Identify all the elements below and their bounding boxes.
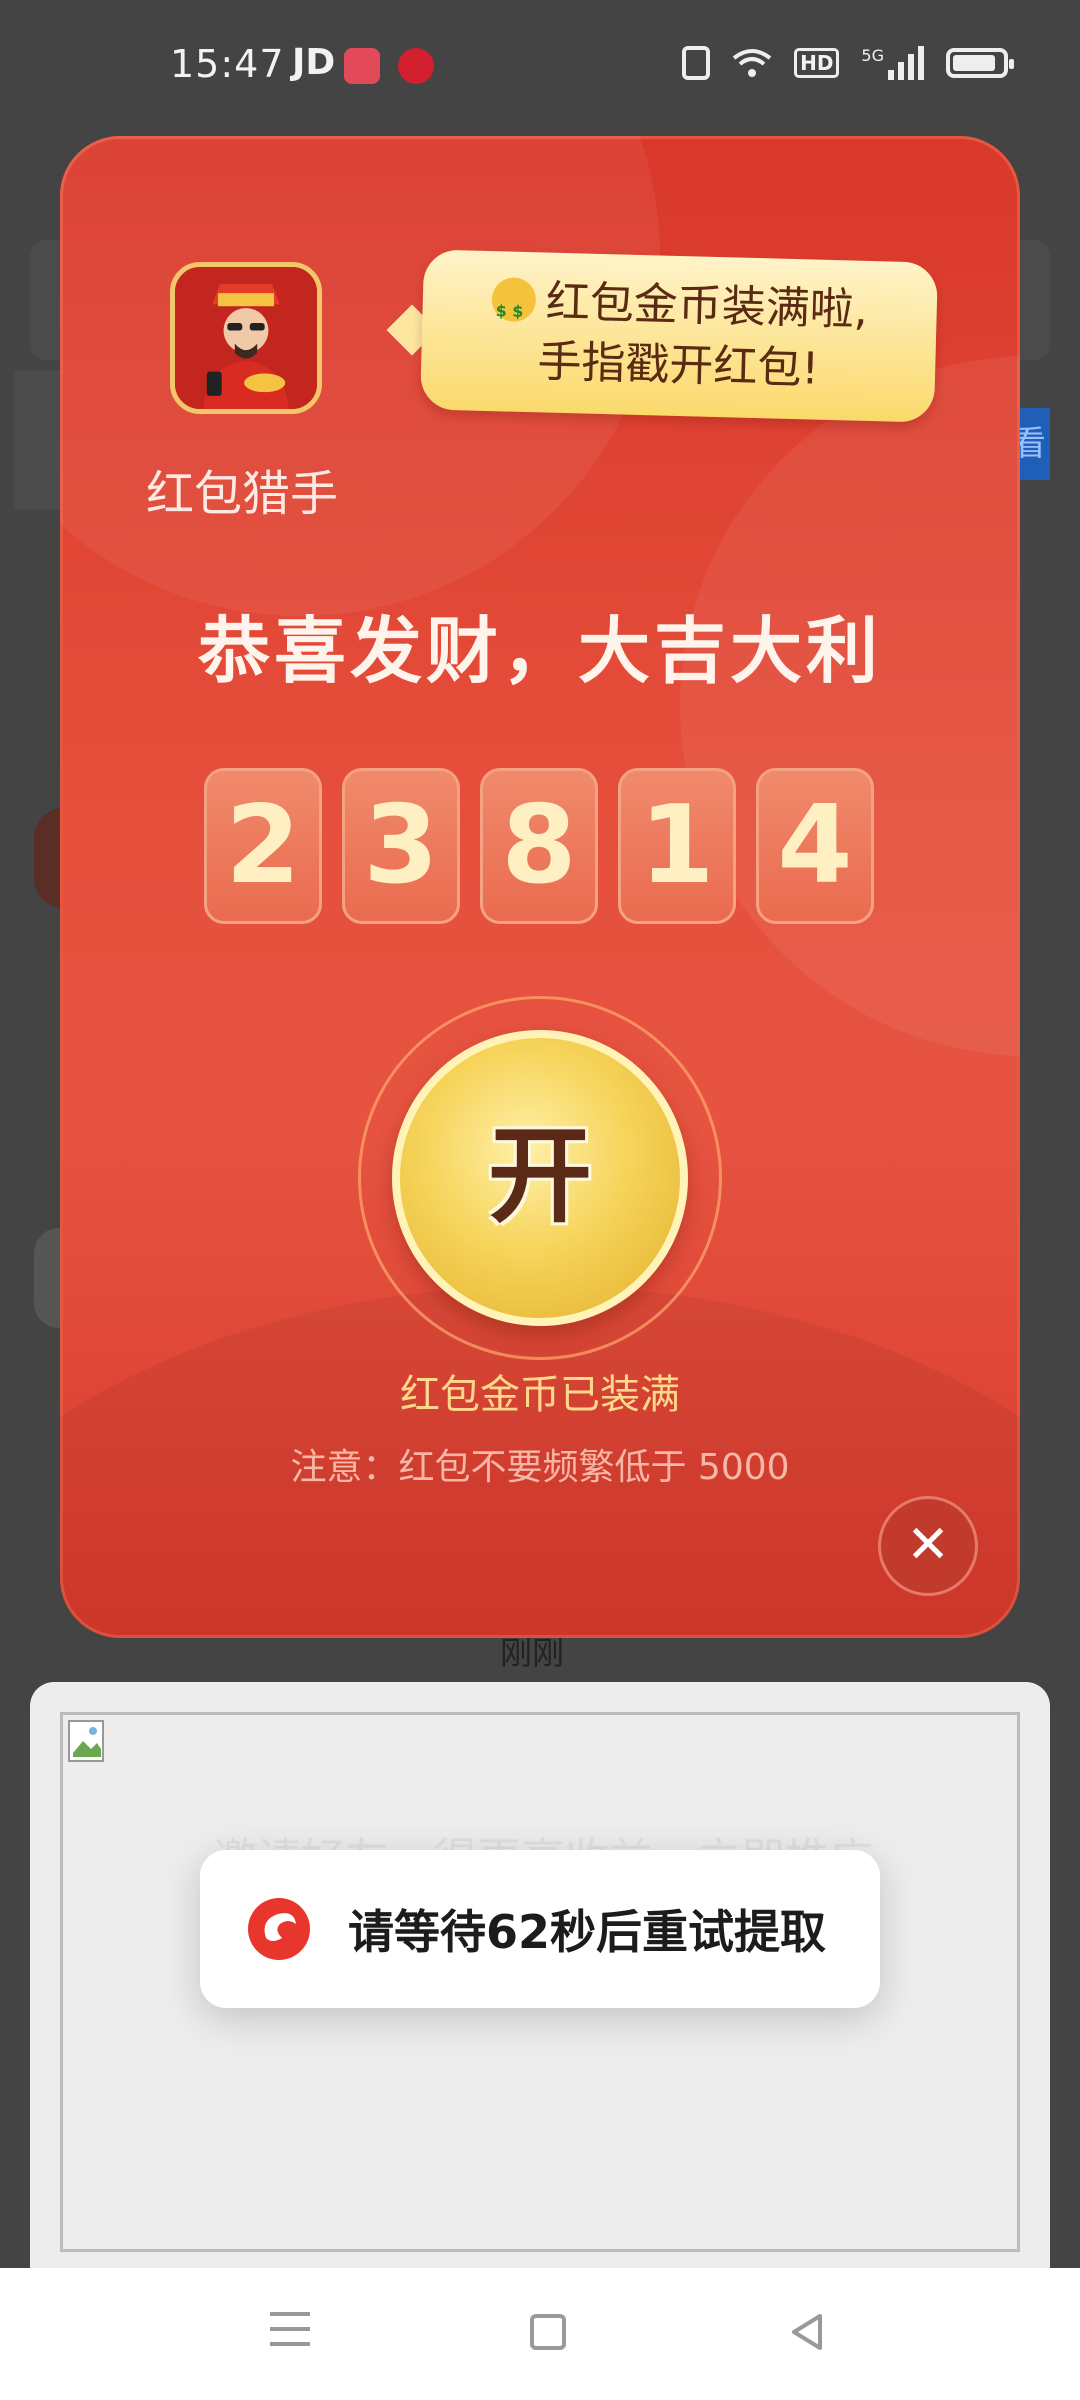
battery-icon xyxy=(946,48,1014,78)
close-icon: ✕ xyxy=(906,1515,950,1575)
tip-bubble: 红包金币装满啦, 手指戳开红包! xyxy=(419,249,939,423)
decor-circle xyxy=(680,356,1020,1056)
bank-app-icon xyxy=(398,48,434,84)
app-avatar xyxy=(170,262,322,414)
app-name: 红包猎手 xyxy=(146,466,339,522)
packet-note-text: 注意：红包不要频繁低于 5000 xyxy=(290,1447,790,1488)
counter-digit: 2 xyxy=(204,768,322,924)
broken-image-icon xyxy=(68,1720,104,1762)
status-time: 15:47 xyxy=(170,42,285,86)
money-face-icon xyxy=(491,277,537,323)
coin-counter: 2 3 8 1 4 xyxy=(204,768,874,924)
counter-digit: 4 xyxy=(756,768,874,924)
open-packet-button[interactable]: 开 xyxy=(392,1030,688,1326)
wifi-icon xyxy=(732,49,772,77)
navigation-bar xyxy=(0,2268,1080,2400)
status-indicators: HD 5G xyxy=(682,46,1014,80)
headline: 恭喜发财，大吉大利 xyxy=(197,609,882,693)
video-app-icon xyxy=(344,48,380,84)
counter-digit: 1 xyxy=(618,768,736,924)
packet-full-text: 红包金币已装满 xyxy=(400,1372,680,1418)
counter-digit: 8 xyxy=(480,768,598,924)
status-carrier: JD xyxy=(292,42,336,83)
home-icon[interactable] xyxy=(530,2314,566,2350)
god-of-wealth-icon xyxy=(175,267,317,409)
tip-line-1: 红包金币装满啦, xyxy=(545,276,869,336)
red-packet-dialog: 红包猎手 红包金币装满啦, 手指戳开红包! 恭喜发财，大吉大利 2 3 8 1 … xyxy=(60,136,1020,1638)
nfc-icon xyxy=(682,46,711,80)
back-icon[interactable] xyxy=(788,2312,828,2352)
toast-message: 请等待62秒后重试提取 xyxy=(348,1905,827,1959)
network-label: 5G xyxy=(861,46,884,65)
signal-icon: 5G xyxy=(861,46,924,80)
app-logo-icon xyxy=(248,1898,310,1960)
counter-digit: 3 xyxy=(342,768,460,924)
status-bar: 15:47 JD HD 5G xyxy=(0,0,1080,136)
toast: 请等待62秒后重试提取 xyxy=(200,1850,880,2008)
close-button[interactable]: ✕ xyxy=(878,1496,978,1596)
hd-badge: HD xyxy=(794,48,840,78)
menu-icon[interactable] xyxy=(270,2312,310,2352)
